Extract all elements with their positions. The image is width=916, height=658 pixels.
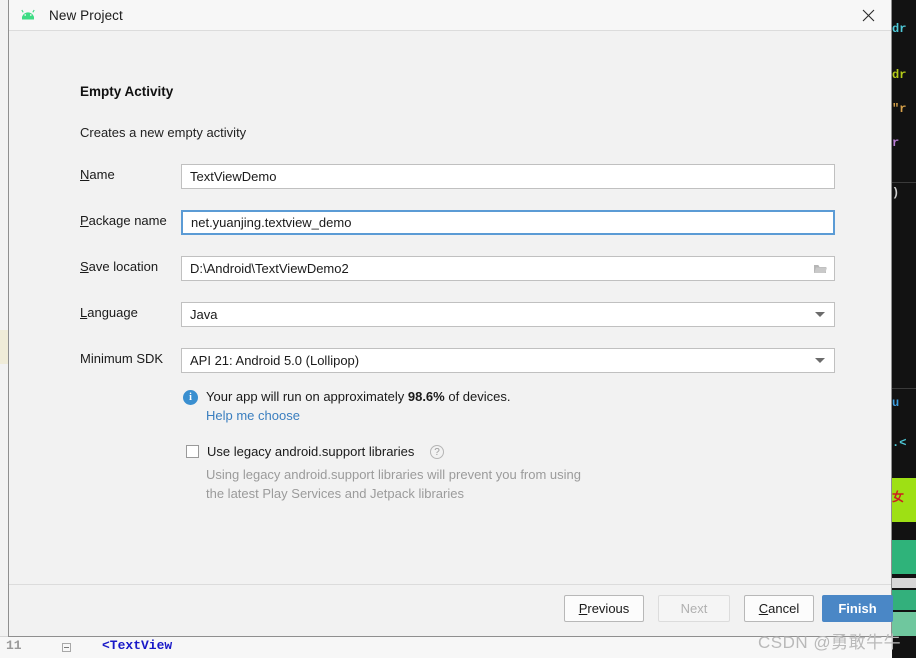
package-name-input-value: net.yuanjing.textview_demo <box>183 215 833 230</box>
legacy-libraries-description: Using legacy android.support libraries w… <box>206 465 581 503</box>
dialog-titlebar: New Project <box>9 0 891 31</box>
legacy-description-line-1: Using legacy android.support libraries w… <box>206 465 581 484</box>
page-subtitle: Creates a new empty activity <box>80 125 246 140</box>
folder-icon[interactable] <box>806 257 834 280</box>
finish-button[interactable]: Finish <box>822 595 893 622</box>
page-title: Empty Activity <box>80 84 173 99</box>
info-icon: i <box>183 390 198 405</box>
form-row-language: Language Java <box>80 302 835 326</box>
android-robot-icon <box>19 7 41 23</box>
bg-code-rule <box>892 388 916 389</box>
label-save-location: Save location <box>80 259 158 274</box>
background-dark-editor: dr dr "r r ) u .< 女 <box>892 0 916 658</box>
label-minimum-sdk: Minimum SDK <box>80 351 163 366</box>
label-name: Name <box>80 167 115 182</box>
bg-highlight-band <box>892 590 916 610</box>
question-mark-icon[interactable]: ? <box>430 445 444 459</box>
label-package-name: Package name <box>80 213 167 228</box>
device-coverage-text: Your app will run on approximately 98.6%… <box>206 389 511 404</box>
background-code-text: <TextView <box>102 638 172 653</box>
watermark: CSDN @勇敢牛牛 <box>758 628 901 653</box>
screen: dr dr "r r ) u .< 女 11 <TextView <box>0 0 916 658</box>
label-language: Language <box>80 305 138 320</box>
name-input-value: TextViewDemo <box>182 169 834 184</box>
bg-code-token: dr <box>892 22 916 36</box>
legacy-libraries-label: Use legacy android.support libraries <box>207 444 414 459</box>
help-me-choose-link[interactable]: Help me choose <box>206 408 300 423</box>
save-location-input-value: D:\Android\TextViewDemo2 <box>182 261 806 276</box>
bg-code-token: u <box>892 396 916 410</box>
bg-code-token: r <box>892 136 916 150</box>
close-icon[interactable] <box>845 0 891 30</box>
bg-code-token: ) <box>892 186 916 200</box>
bg-code-token: dr <box>892 68 916 82</box>
legacy-description-line-2: the latest Play Services and Jetpack lib… <box>206 484 581 503</box>
gutter-line-number: 11 <box>6 638 22 653</box>
cancel-button[interactable]: Cancel <box>744 595 814 622</box>
minimum-sdk-select[interactable]: API 21: Android 5.0 (Lollipop) <box>181 348 835 373</box>
dialog-body: Empty Activity Creates a new empty activ… <box>9 31 891 636</box>
save-location-input[interactable]: D:\Android\TextViewDemo2 <box>181 256 835 281</box>
name-input[interactable]: TextViewDemo <box>181 164 835 189</box>
next-button: Next <box>658 595 730 622</box>
bg-highlight-sliver <box>0 330 8 364</box>
package-name-input[interactable]: net.yuanjing.textview_demo <box>181 210 835 235</box>
form-row-save-location: Save location D:\Android\TextViewDemo2 <box>80 256 835 280</box>
chevron-down-icon[interactable] <box>806 303 834 326</box>
chevron-down-icon[interactable] <box>806 349 834 372</box>
form-row-package-name: Package name net.yuanjing.textview_demo <box>80 210 835 234</box>
minimum-sdk-select-value: API 21: Android 5.0 (Lollipop) <box>182 353 806 368</box>
bg-code-token: "r <box>892 102 916 116</box>
language-select[interactable]: Java <box>181 302 835 327</box>
bg-highlight-band <box>892 578 916 588</box>
code-fold-icon[interactable] <box>62 643 71 652</box>
dialog-title: New Project <box>49 8 123 23</box>
bg-code-token: .< <box>892 436 916 450</box>
bg-code-rule <box>892 182 916 183</box>
form-row-name: Name TextViewDemo <box>80 164 835 188</box>
previous-button[interactable]: Previous <box>564 595 644 622</box>
form-row-minimum-sdk: Minimum SDK API 21: Android 5.0 (Lollipo… <box>80 348 835 372</box>
language-select-value: Java <box>182 307 806 322</box>
bg-highlight-band <box>892 540 916 574</box>
bg-code-token: 女 <box>892 488 916 505</box>
new-project-dialog: New Project Empty Activity Creates a new… <box>8 0 892 637</box>
legacy-libraries-checkbox[interactable] <box>186 445 199 458</box>
